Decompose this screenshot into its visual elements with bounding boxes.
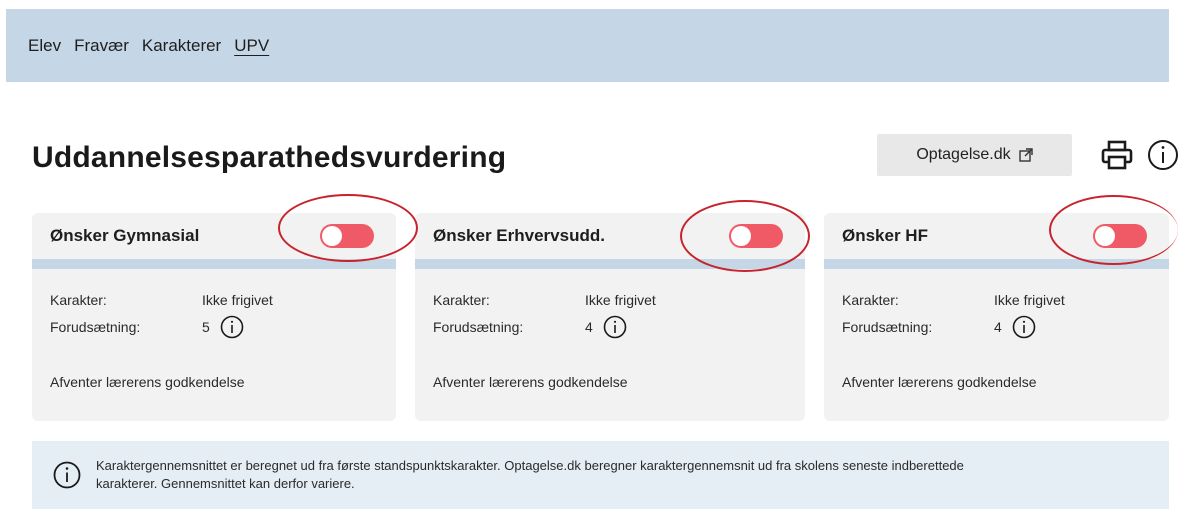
toggle-knob: [731, 226, 751, 246]
karakter-value: Ikke frigivet: [994, 292, 1065, 308]
notice-text: Karaktergennemsnittet er beregnet ud fra…: [96, 457, 964, 493]
forudsaetning-value: 4: [994, 319, 1002, 335]
forudsaetning-label: Forudsætning:: [433, 319, 524, 335]
approval-status: Afventer lærerens godkendelse: [842, 374, 1037, 390]
karakter-label: Karakter:: [433, 292, 490, 308]
card-divider: [824, 259, 1169, 269]
karakter-value: Ikke frigivet: [585, 292, 656, 308]
approval-status: Afventer lærerens godkendelse: [50, 374, 245, 390]
card-title: Ønsker HF: [842, 226, 928, 245]
notice-line-1: Karaktergennemsnittet er beregnet ud fra…: [96, 458, 964, 473]
karakter-value: Ikke frigivet: [202, 292, 273, 308]
nav-item-upv[interactable]: UPV: [234, 36, 269, 56]
info-notice: Karaktergennemsnittet er beregnet ud fra…: [32, 441, 1169, 509]
wish-toggle[interactable]: [320, 224, 374, 248]
external-link-icon: [1018, 148, 1033, 162]
card-hf: Ønsker HF Karakter: Ikke frigivet Foruds…: [824, 213, 1169, 421]
info-icon[interactable]: [1146, 138, 1178, 172]
nav-item-elev[interactable]: Elev: [28, 36, 61, 56]
info-icon[interactable]: [1012, 315, 1036, 339]
card-divider: [32, 259, 396, 269]
toggle-knob: [322, 226, 342, 246]
forudsaetning-value: 4: [585, 319, 593, 335]
card-erhvervsudd: Ønsker Erhvervsudd. Karakter: Ikke frigi…: [415, 213, 805, 421]
forudsaetning-label: Forudsætning:: [842, 319, 933, 335]
nav-item-karakterer[interactable]: Karakterer: [142, 36, 221, 56]
karakter-label: Karakter:: [842, 292, 899, 308]
print-icon[interactable]: [1100, 139, 1134, 171]
notice-line-2: karakterer. Gennemsnittet kan derfor var…: [96, 476, 355, 491]
wish-toggle[interactable]: [729, 224, 783, 248]
card-divider: [415, 259, 805, 269]
forudsaetning-value: 5: [202, 319, 210, 335]
nav-item-fravaer[interactable]: Fravær: [74, 36, 129, 56]
info-icon[interactable]: [603, 315, 627, 339]
approval-status: Afventer lærerens godkendelse: [433, 374, 628, 390]
card-gymnasial: Ønsker Gymnasial Karakter: Ikke frigivet…: [32, 213, 396, 421]
info-icon[interactable]: [220, 315, 244, 339]
optagelse-link-button[interactable]: Optagelse.dk: [877, 134, 1072, 176]
card-title: Ønsker Gymnasial: [50, 226, 200, 245]
page-title: Uddannelsesparathedsvurdering: [32, 141, 507, 174]
karakter-label: Karakter:: [50, 292, 107, 308]
forudsaetning-label: Forudsætning:: [50, 319, 141, 335]
card-title: Ønsker Erhvervsudd.: [433, 226, 605, 245]
info-icon: [53, 461, 81, 489]
top-navigation: Elev Fravær Karakterer UPV: [6, 9, 1169, 82]
optagelse-button-label: Optagelse.dk: [916, 146, 1011, 163]
wish-toggle[interactable]: [1093, 224, 1147, 248]
toggle-knob: [1095, 226, 1115, 246]
